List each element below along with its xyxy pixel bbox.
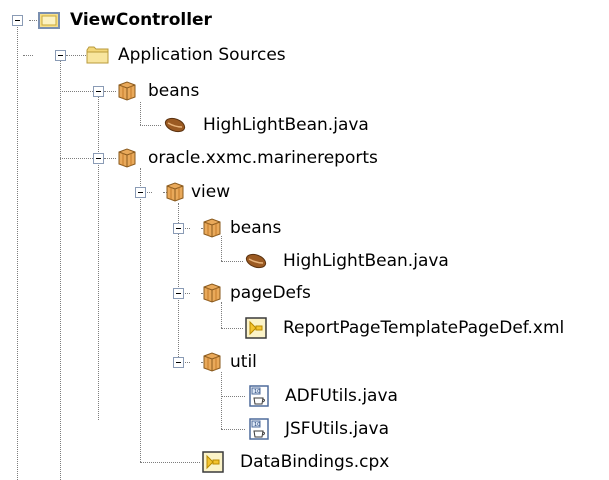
tree-node-label: util [230,352,257,372]
collapse-toggle[interactable] [93,153,104,164]
tree-line [60,91,93,92]
tree-line [98,96,99,420]
tree-line [104,158,116,159]
tree-node-label: oracle.xxmc.marinereports [148,148,378,168]
package-icon [202,351,222,373]
collapse-toggle[interactable] [173,223,184,234]
tree-line [221,302,222,328]
tree-node-label: DataBindings.cpx [240,452,390,472]
collapse-toggle[interactable] [173,288,184,299]
tree-line [17,25,18,480]
tree-node-label: JSFUtils.java [285,419,390,439]
tree-line [221,396,245,397]
package-icon [165,181,185,203]
tree-node-label: HighLightBean.java [203,115,369,135]
xml-file-icon [245,317,267,339]
folder-icon [86,44,110,66]
tree-line [140,125,161,126]
xml-file-icon [202,451,224,473]
tree-line [221,328,243,329]
collapse-toggle[interactable] [93,86,104,97]
svg-text:10: 10 [254,389,260,395]
tree-node-label: ReportPageTemplatePageDef.xml [283,318,565,338]
package-icon [202,282,222,304]
project-tree: ViewController Application Sources beans [0,0,609,480]
java-class-icon: 10 [248,385,270,407]
tree-line [66,55,86,56]
collapse-toggle[interactable] [173,357,184,368]
tree-node-label: pageDefs [230,283,311,303]
tree-line [221,261,243,262]
tree-node-label: beans [230,218,282,238]
tree-line [221,372,222,429]
collapse-toggle[interactable] [135,187,146,198]
tree-node-label: beans [148,81,200,101]
tree-line [221,429,245,430]
collapse-toggle[interactable] [12,15,23,26]
tree-line [140,102,141,125]
tree-node-label: view [191,182,231,202]
bean-icon [163,114,187,136]
tree-line [60,60,61,480]
tree-line [221,236,222,261]
bean-icon [244,250,268,272]
tree-line [29,20,37,21]
java-class-icon: 10 [248,418,270,440]
svg-text:10: 10 [254,422,260,428]
tree-line [60,158,93,159]
tree-node-label: ADFUtils.java [285,386,398,406]
tree-node-label: ViewController [70,10,212,30]
tree-node-label: Application Sources [118,45,286,65]
tree-node-label: HighLightBean.java [283,251,449,271]
tree-line [140,462,200,463]
package-icon [117,147,137,169]
tree-line [104,91,116,92]
package-icon [202,217,222,239]
tree-line [23,55,33,56]
tree-line [140,168,141,462]
project-folder-icon [38,9,60,31]
collapse-toggle[interactable] [55,50,66,61]
package-icon [117,80,137,102]
